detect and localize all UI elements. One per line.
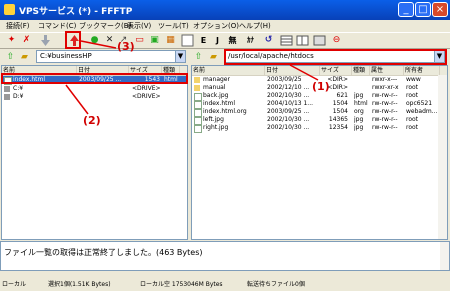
callout-leader-lines: [65, 40, 319, 115]
